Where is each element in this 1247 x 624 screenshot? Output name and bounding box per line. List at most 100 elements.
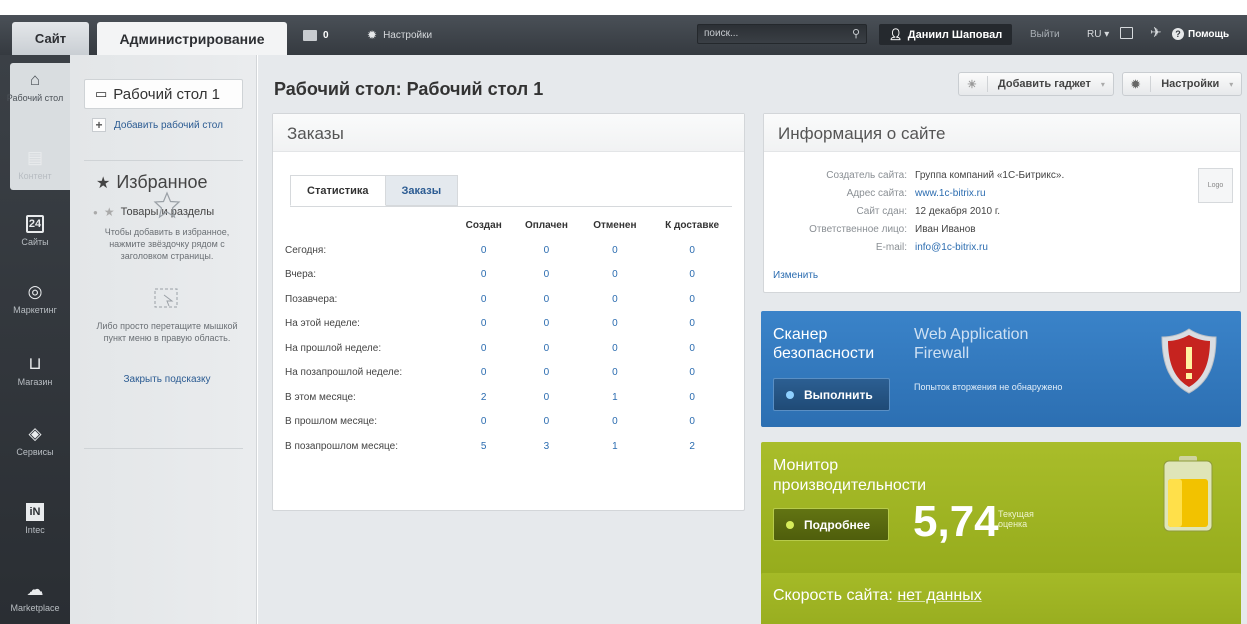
site-info-title[interactable]: Информация о сайте xyxy=(764,114,1240,152)
drag-icon xyxy=(152,285,182,316)
close-hint-link[interactable]: Закрыть подсказку xyxy=(86,374,248,385)
cell-value[interactable]: 0 xyxy=(455,312,512,337)
cell-value[interactable]: 0 xyxy=(455,361,512,386)
cell-value[interactable]: 0 xyxy=(455,336,512,361)
search-icon[interactable]: ⚲ xyxy=(852,27,860,40)
menu-item-shop[interactable]: ⊔ Магазин xyxy=(0,355,70,388)
cell-value[interactable]: 0 xyxy=(649,410,735,435)
divider xyxy=(290,206,732,207)
search-placeholder: поиск... xyxy=(704,28,739,39)
tab-site[interactable]: Сайт xyxy=(12,22,89,55)
notification-icon xyxy=(303,29,317,41)
monitor-icon: ▭ xyxy=(95,86,108,101)
cell-value[interactable]: 0 xyxy=(512,263,580,288)
home-icon: ⌂ xyxy=(29,70,41,89)
logout-link[interactable]: Выйти xyxy=(1030,29,1060,40)
menu-item-content[interactable]: ▤ Контент xyxy=(0,149,70,182)
email-link[interactable]: info@1c-bitrix.ru xyxy=(915,242,988,253)
pin-icon[interactable]: ✈ xyxy=(1150,24,1162,41)
tab-administration[interactable]: Администрирование xyxy=(97,22,287,55)
cell-value[interactable]: 1 xyxy=(581,434,650,459)
cell-value[interactable]: 0 xyxy=(512,336,580,361)
menu-item-label: Сайты xyxy=(21,237,49,247)
cell-value[interactable]: 1 xyxy=(581,385,650,410)
cell-value[interactable]: 0 xyxy=(649,238,735,263)
menu-item-label: Контент xyxy=(18,171,52,181)
window-icon[interactable] xyxy=(1120,27,1133,39)
run-scan-button[interactable]: Выполнить xyxy=(773,378,890,411)
details-button[interactable]: Подробнее xyxy=(773,508,889,541)
divider xyxy=(986,76,988,92)
details-label: Подробнее xyxy=(804,517,871,532)
user-button[interactable]: 👤︎ Даниил Шаповал xyxy=(879,24,1012,45)
cell-value[interactable]: 0 xyxy=(581,312,650,337)
menu-item-intec[interactable]: iN Intec xyxy=(0,503,70,535)
security-scanner-gadget: Сканер безопасности Web Application Fire… xyxy=(761,311,1241,427)
row-label: На этой неделе: xyxy=(285,318,360,330)
cloud-download-icon: ☁ xyxy=(26,580,44,599)
desktop-selector[interactable]: ▭ Рабочий стол 1 xyxy=(84,79,243,109)
gear-icon: ✹ xyxy=(1131,78,1141,91)
cell-value[interactable]: 0 xyxy=(581,287,650,312)
sun-icon: ☀ xyxy=(967,78,977,91)
cell-value[interactable]: 0 xyxy=(649,385,735,410)
user-name: Даниил Шаповал xyxy=(907,28,1003,41)
menu-item-services[interactable]: ◈ Сервисы xyxy=(0,425,70,458)
cell-value[interactable]: 5 xyxy=(455,434,512,459)
cell-value[interactable]: 0 xyxy=(581,263,650,288)
cell-value[interactable]: 0 xyxy=(512,312,580,337)
column-header: К доставке xyxy=(665,219,720,231)
tab-orders[interactable]: Заказы xyxy=(385,175,459,206)
cell-value[interactable]: 0 xyxy=(649,336,735,361)
cell-value[interactable]: 0 xyxy=(649,312,735,337)
site-speed-link[interactable]: нет данных xyxy=(897,587,981,604)
user-icon: 👤︎ xyxy=(888,29,903,41)
cell-value[interactable]: 0 xyxy=(581,361,650,386)
cell-value[interactable]: 0 xyxy=(649,287,735,312)
cell-value[interactable]: 0 xyxy=(455,263,512,288)
menu-item-desktop[interactable]: ⌂ Рабочий стол xyxy=(0,70,70,104)
menu-item-sites[interactable]: 24 Сайты xyxy=(0,215,70,247)
cell-value[interactable]: 0 xyxy=(455,238,512,263)
cell-value[interactable]: 0 xyxy=(512,410,580,435)
cell-value[interactable]: 3 xyxy=(512,434,580,459)
cell-value[interactable]: 0 xyxy=(512,361,580,386)
menu-item-marketing[interactable]: ◎ Маркетинг xyxy=(0,282,70,316)
add-gadget-button[interactable]: ☀ Добавить гаджет ▾ xyxy=(958,72,1114,96)
status-dot-icon xyxy=(786,520,794,529)
cell-value[interactable]: 0 xyxy=(455,410,512,435)
cell-value[interactable]: 0 xyxy=(649,361,735,386)
row-label: На позапрошлой неделе: xyxy=(285,367,403,379)
table-row: Вчера: 0 0 0 0 xyxy=(285,263,735,288)
orders-title[interactable]: Заказы xyxy=(273,114,744,152)
language-select[interactable]: RU ▾ xyxy=(1087,29,1109,40)
menu-item-marketplace[interactable]: ☁ Marketplace xyxy=(0,580,70,614)
site-address-link[interactable]: www.1c-bitrix.ru xyxy=(915,188,986,199)
cell-value[interactable]: 0 xyxy=(512,385,580,410)
cell-value[interactable]: 0 xyxy=(649,263,735,288)
tab-statistics[interactable]: Статистика xyxy=(290,175,386,206)
notifications-button[interactable]: 0 xyxy=(303,26,329,44)
target-icon: ◎ xyxy=(27,282,43,301)
settings-button[interactable]: ✹ Настройки ▾ xyxy=(1122,72,1242,96)
cell-value[interactable]: 0 xyxy=(455,287,512,312)
cell-value[interactable]: 0 xyxy=(512,287,580,312)
search-input[interactable]: поиск... ⚲ xyxy=(697,24,867,44)
cell-value[interactable]: 0 xyxy=(581,238,650,263)
cell-value[interactable]: 0 xyxy=(581,410,650,435)
cell-value[interactable]: 2 xyxy=(649,434,735,459)
cell-value[interactable]: 0 xyxy=(581,336,650,361)
menu-item-label: Рабочий стол xyxy=(6,93,64,103)
cell-value[interactable]: 2 xyxy=(455,385,512,410)
cell-value[interactable]: 0 xyxy=(512,238,580,263)
orders-stats-table: Создан Оплачен Отменен К доставке Сегодн… xyxy=(285,212,735,459)
top-settings-button[interactable]: ✹ Настройки xyxy=(367,26,432,44)
drag-hint-text: Либо просто перетащите мышкой пункт меню… xyxy=(96,321,238,343)
add-desktop-button[interactable]: + Добавить рабочий стол xyxy=(92,118,223,132)
desktop-label: Рабочий стол 1 xyxy=(113,85,220,103)
star-icon[interactable]: ★ xyxy=(104,205,115,219)
info-label: Сайт сдан: xyxy=(856,206,907,217)
help-button[interactable]: ? Помощь xyxy=(1172,28,1229,40)
monitor-title-line: Монитор xyxy=(773,457,839,474)
edit-link[interactable]: Изменить xyxy=(773,270,818,281)
